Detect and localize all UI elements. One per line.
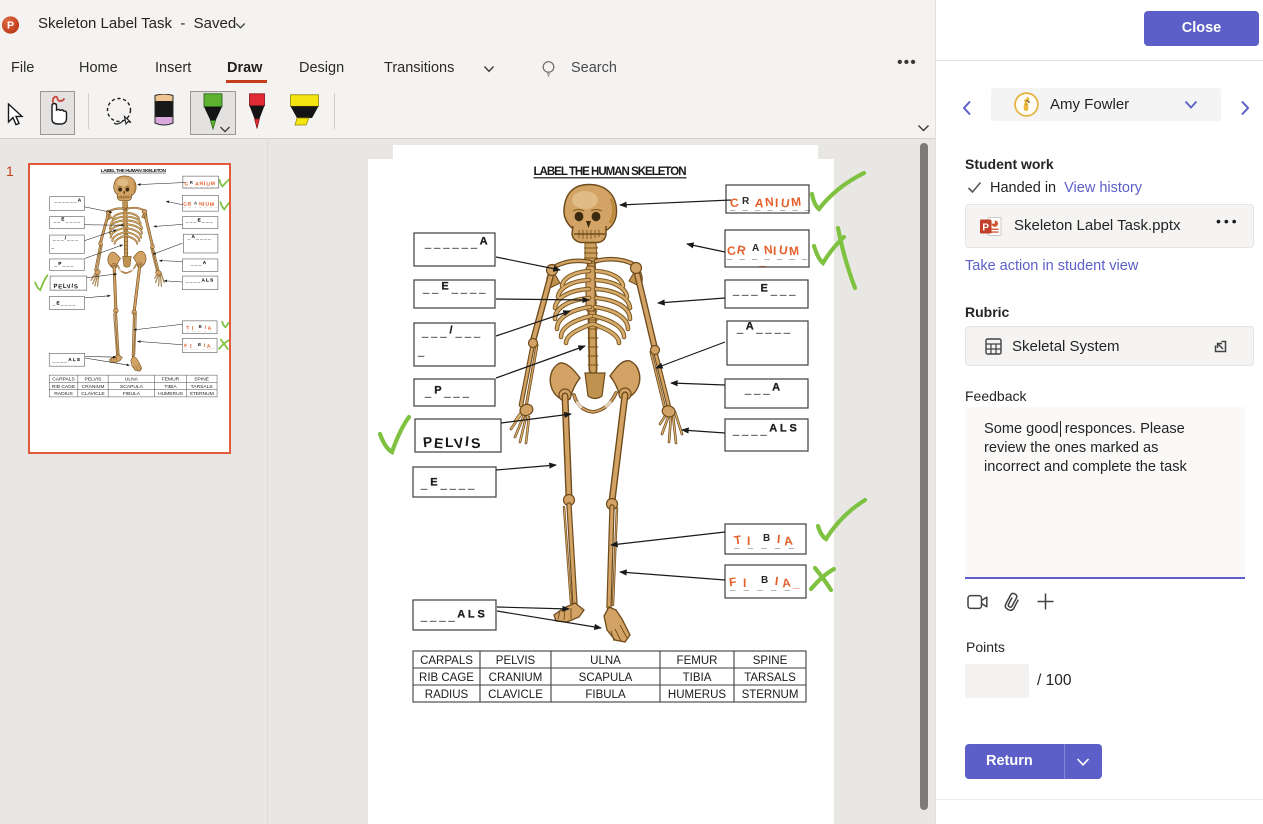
svg-text:P: P — [7, 20, 14, 32]
svg-text:P: P — [982, 222, 989, 233]
